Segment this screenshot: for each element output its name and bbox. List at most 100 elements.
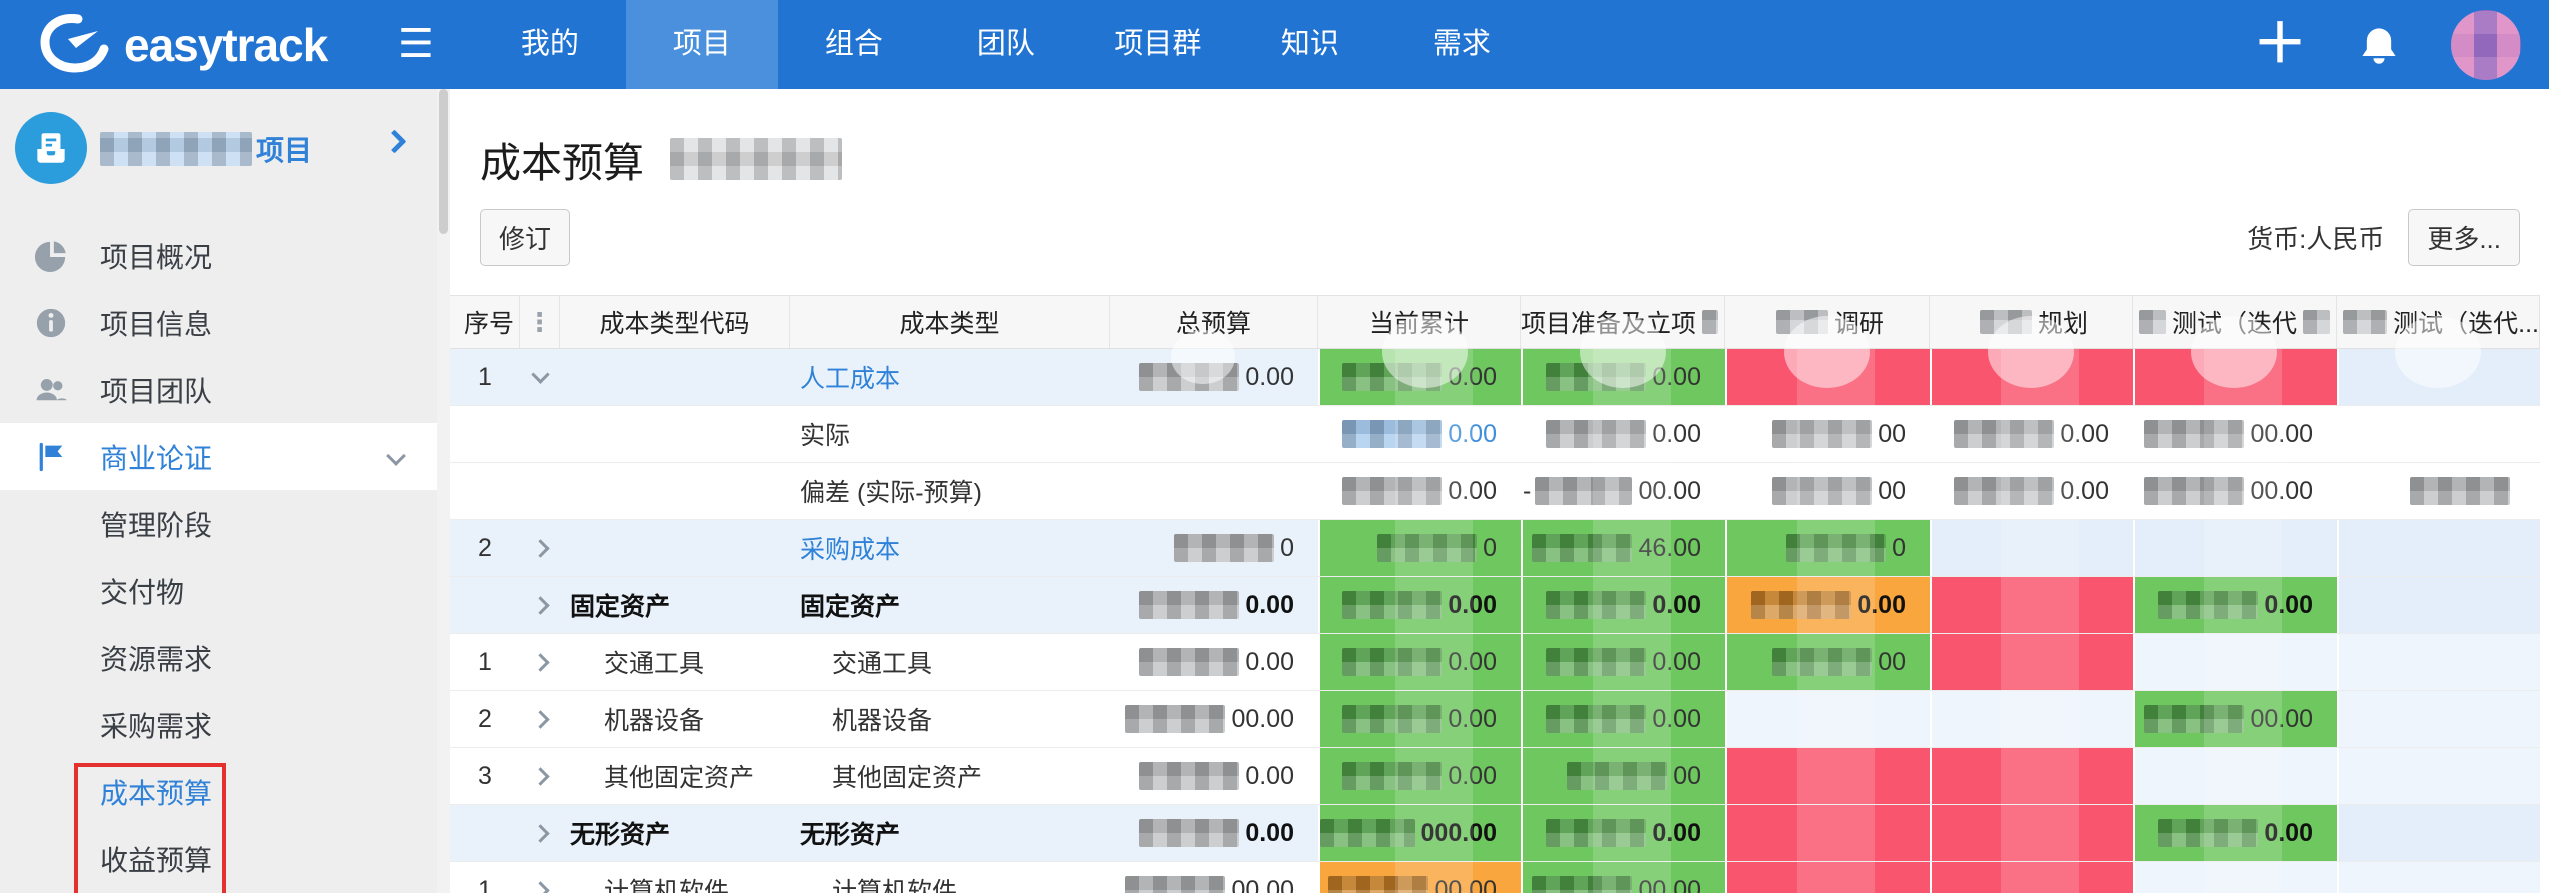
project-badge-icon [15,112,87,184]
redacted-amount [1139,591,1239,619]
column-header-row-menu: ⋮ [520,296,560,348]
amount-tail: 00 [1673,762,1701,791]
amount-tail: 0.00 [1245,819,1294,848]
cost-type-link[interactable]: 采购成本 [790,530,900,566]
nav-tab-7[interactable]: 需求 [1386,0,1538,89]
team-icon [34,373,68,407]
chevron-right-icon[interactable] [531,881,549,893]
sidebar-item-label: 管理阶段 [100,504,212,544]
logo-text: easytrack [124,18,327,72]
cell-cost-type-code [560,520,790,576]
cell-cost-type: 偏差 (实际-预算) [790,463,1110,519]
cell-seq: 1 [450,862,520,893]
project-switch-chevron-icon[interactable] [382,129,406,153]
cell-total-budget: 0.00 [1110,634,1318,690]
cell-total-budget: 00.00 [1110,691,1318,747]
create-new-icon[interactable]: ＋ [2253,0,2307,89]
cell-stage-test-2 [2337,577,2540,633]
nav-tab-1[interactable]: 我的 [474,0,626,89]
amount-tail: 0 [1280,534,1294,563]
cell-cost-type-code: 固定资产 [560,577,790,633]
redacted-amount [1174,534,1274,562]
sidebar-item-6[interactable]: 交付物 [0,557,437,624]
project-name-redacted [100,132,252,166]
redacted-amount [1125,876,1225,893]
chevron-right-icon[interactable] [531,653,549,671]
primary-nav: 我的项目组合团队项目群知识需求 [474,0,1538,89]
app-logo[interactable]: easytrack [38,11,338,78]
sidebar-item-label: 资源需求 [100,638,212,678]
redaction-blob [1171,330,1235,384]
sidebar-item-4[interactable]: 商业论证 [0,423,437,490]
nav-tab-5[interactable]: 项目群 [1082,0,1234,89]
redacted-amount [1139,762,1239,790]
cell-stage-test-2 [2337,463,2540,519]
nav-tab-2[interactable]: 项目 [626,0,778,89]
cell-cost-type: 无形资产 [790,805,1110,861]
amount-tail: 00 [1878,420,1906,449]
chevron-right-icon[interactable] [531,710,549,728]
cell-stage-test-2 [2337,691,2540,747]
amount-tail: 0 [1483,534,1497,563]
redacted-amount [1139,648,1239,676]
project-name-suffix: 项目 [256,129,312,169]
notifications-bell-icon[interactable] [2359,24,2399,66]
cell-cost-type-code: 无形资产 [560,805,790,861]
nav-tab-6[interactable]: 知识 [1234,0,1386,89]
chevron-right-icon[interactable] [531,767,549,785]
cell-cost-type: 计算机软件 [790,862,1110,893]
chevron-right-icon[interactable] [531,596,549,614]
sidebar-item-2[interactable]: 项目信息 [0,289,437,356]
sidebar-item-1[interactable]: 项目概况 [0,222,437,289]
revise-button[interactable]: 修订 [480,209,570,266]
chevron-right-icon[interactable] [531,539,549,557]
cell-cost-type-code: 交通工具 [560,634,790,690]
sidebar-item-label: 项目概况 [100,236,212,276]
toolbar: 修订 货币:人民币 更多... [480,209,2530,261]
amount-tail: 0.00 [1245,363,1294,392]
cell-row-menu [520,406,560,462]
chevron-down-icon[interactable] [386,446,406,466]
more-button[interactable]: 更多... [2408,209,2520,266]
currency-label: 货币:人民币 [2247,219,2384,256]
cell-cost-type: 固定资产 [790,577,1110,633]
user-avatar[interactable] [2451,10,2521,80]
cell-row-menu [520,691,560,747]
cell-total-budget [1110,463,1318,519]
cost-type-link[interactable]: 人工成本 [790,359,900,395]
menu-toggle-icon[interactable]: ☰ [398,0,434,89]
page-subtitle-redacted [670,138,842,180]
sidebar-item-3[interactable]: 项目团队 [0,356,437,423]
sidebar-item-8[interactable]: 采购需求 [0,691,437,758]
cell-cost-type: 人工成本 [790,349,1110,405]
cost-type-code-text: 机器设备 [560,701,704,737]
cell-cost-type-code: 其他固定资产 [560,748,790,804]
cost-type-code-text: 固定资产 [560,587,670,623]
cell-row-menu [520,349,560,405]
cell-seq [450,805,520,861]
annotation-red-box [74,763,226,893]
column-header-cost-type-code: 成本类型代码 [560,296,790,348]
chevron-right-icon[interactable] [531,824,549,842]
chevron-down-icon[interactable] [531,365,549,383]
cell-total-budget: 00.00 [1110,862,1318,893]
nav-tab-3[interactable]: 组合 [778,0,930,89]
cell-stage-test-2 [2337,748,2540,804]
cell-seq [450,577,520,633]
project-header[interactable]: 项目 [0,89,437,214]
cost-type-text: 交通工具 [790,644,932,680]
amount-tail: 0.00 [1245,591,1294,620]
column-settings-icon[interactable]: ⋮ [527,307,553,338]
cell-stage-test-2 [2337,805,2540,861]
sidebar-item-7[interactable]: 资源需求 [0,624,437,691]
cell-cost-type: 机器设备 [790,691,1110,747]
sidebar-scrollbar[interactable] [437,89,450,893]
sidebar-item-label: 项目团队 [100,370,212,410]
cell-row-menu [520,748,560,804]
sidebar-item-5[interactable]: 管理阶段 [0,490,437,557]
column-header-cost-type: 成本类型 [790,296,1110,348]
nav-tab-4[interactable]: 团队 [930,0,1082,89]
cell-row-menu [520,634,560,690]
sidebar-item-label: 交付物 [100,571,184,611]
cell-stage-test-2 [2337,634,2540,690]
